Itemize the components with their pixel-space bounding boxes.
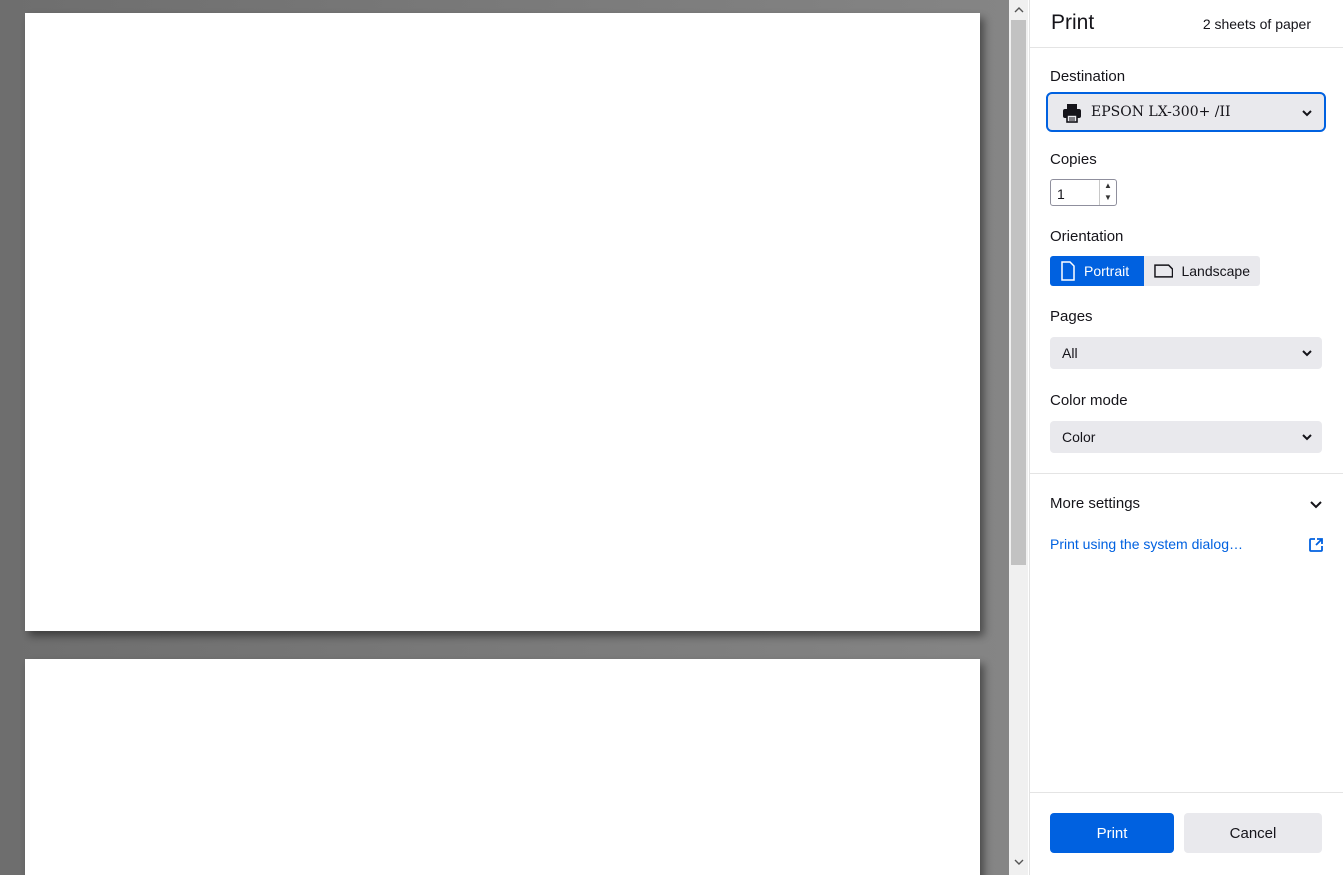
scroll-down-arrow-icon[interactable] [1009,852,1028,871]
orientation-label: Orientation [1050,228,1124,245]
system-dialog-link[interactable]: Print using the system dialog… [1050,536,1324,552]
sheet-count: 2 sheets of paper [1202,16,1311,32]
footer-divider [1030,792,1343,793]
color-mode-value: Color [1062,429,1096,445]
portrait-page-icon [1061,261,1075,281]
chevron-down-icon[interactable] [1308,497,1324,513]
landscape-page-icon [1154,264,1174,278]
scroll-up-arrow-icon[interactable] [1009,0,1028,19]
chevron-down-icon [1302,434,1312,441]
destination-label: Destination [1050,68,1126,85]
panel-header: Print 2 sheets of paper [1030,0,1343,48]
scroll-thumb[interactable] [1011,20,1026,565]
print-preview[interactable] [0,0,1009,875]
pages-label: Pages [1050,308,1093,325]
external-link-icon[interactable] [1308,537,1324,553]
preview-scrollbar[interactable] [1009,0,1028,875]
cancel-button[interactable]: Cancel [1184,813,1322,853]
system-dialog-label[interactable]: Print using the system dialog… [1050,536,1243,552]
landscape-label: Landscape [1181,263,1250,279]
color-mode-select[interactable]: Color [1050,421,1322,453]
section-divider [1030,473,1343,474]
portrait-label: Portrait [1084,263,1130,279]
destination-select[interactable]: EPSON LX-300+ /II [1046,92,1326,132]
increment-icon[interactable]: ▲ [1100,180,1116,192]
print-settings-panel: Print 2 sheets of paper Destination EPSO… [1029,0,1343,875]
copies-stepper[interactable]: 1 ▲ ▼ [1050,179,1117,206]
pages-select[interactable]: All [1050,337,1322,369]
more-settings-toggle[interactable]: More settings [1050,495,1324,515]
color-mode-label: Color mode [1050,392,1128,409]
preview-page-2 [25,659,980,875]
chevron-down-icon [1302,350,1312,357]
copies-spin-buttons[interactable]: ▲ ▼ [1099,180,1116,205]
copies-label: Copies [1050,151,1097,168]
portrait-button[interactable]: Portrait [1050,256,1144,286]
more-settings-label: More settings [1050,495,1141,512]
chevron-down-icon [1302,110,1312,117]
page-title: Print [1051,11,1095,34]
copies-value[interactable]: 1 [1057,186,1065,202]
pages-value: All [1062,345,1078,361]
preview-page-1 [25,13,980,631]
landscape-button[interactable]: Landscape [1144,256,1260,286]
destination-value: EPSON LX-300+ /II [1091,104,1231,120]
decrement-icon[interactable]: ▼ [1100,192,1116,204]
print-button[interactable]: Print [1050,813,1174,853]
printer-icon [1063,104,1081,123]
orientation-toggle: Portrait Landscape [1050,256,1260,286]
